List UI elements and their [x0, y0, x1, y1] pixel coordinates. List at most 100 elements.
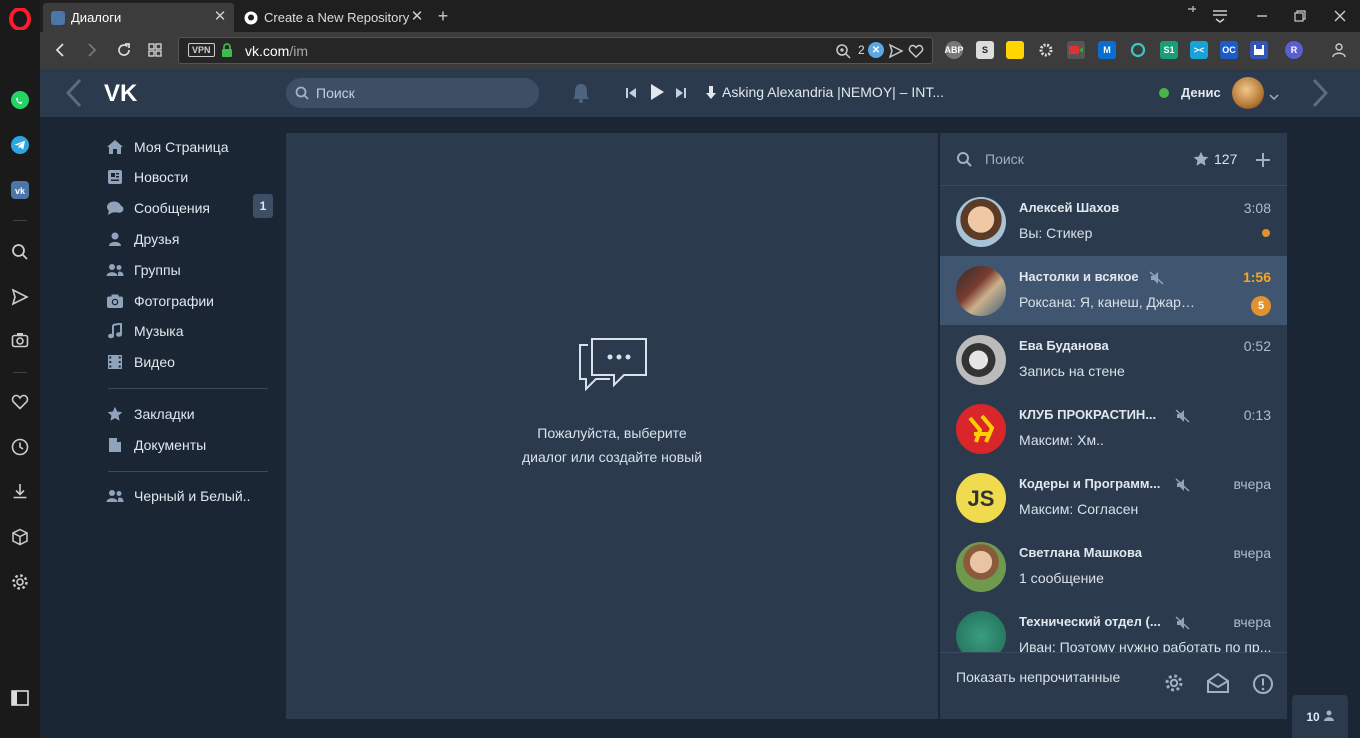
telegram-icon[interactable]: [8, 133, 32, 157]
new-chat-plus-icon[interactable]: [1255, 152, 1271, 173]
sidebar-toggle-icon[interactable]: [8, 686, 32, 710]
menu-item-news[interactable]: Новости: [100, 163, 275, 191]
dialogs-header: Поиск 127: [940, 133, 1287, 186]
conversation-item[interactable]: КЛУБ ПРОКРАСТИН... Максим: Хм.. 0:13: [940, 394, 1287, 463]
menu-item-documents[interactable]: Документы: [100, 431, 275, 459]
download-arrow-icon[interactable]: [705, 85, 717, 106]
tab-menu-icon[interactable]: [1210, 6, 1230, 26]
user-name[interactable]: Денис: [1181, 85, 1221, 100]
empty-state-line: диалог или создайте новый: [521, 449, 703, 465]
reload-icon[interactable]: [114, 40, 134, 60]
menu-item-bookmarks[interactable]: Закладки: [100, 400, 275, 428]
send-icon[interactable]: [8, 285, 32, 309]
note-extension-icon[interactable]: [1006, 41, 1024, 59]
adblock-plus-icon[interactable]: ABP: [945, 41, 964, 59]
forward-icon[interactable]: [82, 40, 102, 60]
camera-icon[interactable]: [8, 328, 32, 352]
conversation-time: вчера: [1233, 476, 1271, 492]
avatar: JS: [956, 473, 1006, 523]
now-playing-track[interactable]: Asking Alexandria |NEMOY| – INT...: [722, 84, 944, 100]
menu-item-friends[interactable]: Друзья: [100, 225, 275, 253]
person-icon: [1323, 710, 1334, 724]
new-tab-plus-icon[interactable]: +: [433, 6, 453, 26]
conversation-item[interactable]: JS Кодеры и Программ... Максим: Согласен…: [940, 463, 1287, 532]
secure-lock-icon[interactable]: [221, 43, 233, 63]
page-back-arrow-icon[interactable]: [64, 78, 84, 113]
settings-gear-icon[interactable]: [1164, 673, 1184, 698]
conversation-item[interactable]: Настолки и всякое Роксана: Я, канеш, Джа…: [940, 256, 1287, 325]
settings-gear-icon[interactable]: [8, 570, 32, 594]
user-avatar[interactable]: [1232, 77, 1264, 109]
adblock-shield-icon[interactable]: ✕: [868, 42, 884, 58]
oc-extension-icon[interactable]: OC: [1220, 41, 1238, 59]
bookmark-heart-icon[interactable]: [908, 43, 924, 64]
vk-sidebar-icon[interactable]: vk: [8, 178, 32, 202]
menu-item-black-and-white[interactable]: Черный и Белый..: [100, 482, 275, 510]
settings-extension-icon[interactable]: [1037, 41, 1055, 59]
star-icon[interactable]: [1193, 151, 1209, 172]
save-disk-extension-icon[interactable]: [1250, 41, 1268, 59]
r-extension-icon[interactable]: R: [1285, 41, 1303, 59]
next-track-icon[interactable]: [675, 86, 687, 104]
menu-item-video[interactable]: Видео: [100, 348, 275, 376]
muted-icon: [1175, 615, 1191, 631]
page-forward-arrow-icon[interactable]: [1310, 78, 1330, 113]
conversation-item[interactable]: Светлана Машкова 1 сообщение вчера: [940, 532, 1287, 601]
menu-item-groups[interactable]: Группы: [100, 256, 275, 284]
notifications-bell-icon[interactable]: [571, 82, 591, 109]
vpn-extension-icon[interactable]: [1129, 41, 1147, 59]
opera-logo-icon[interactable]: [8, 7, 32, 31]
menu-item-music[interactable]: Музыка: [100, 317, 275, 345]
online-friends-counter[interactable]: 10: [1292, 695, 1348, 738]
vk-search-field[interactable]: Поиск: [286, 78, 539, 108]
star-icon: [104, 405, 126, 423]
m-extension-icon[interactable]: M: [1098, 41, 1116, 59]
close-tab-icon[interactable]: ✕: [212, 9, 228, 25]
zoom-badge[interactable]: 2: [858, 43, 865, 57]
s-extension-icon[interactable]: S: [976, 41, 994, 59]
history-clock-icon[interactable]: [8, 435, 32, 459]
favorites-count[interactable]: 127: [1214, 151, 1237, 167]
conversation-item[interactable]: Алексей Шахов Вы: Стикер 3:08: [940, 187, 1287, 256]
show-unread-button[interactable]: Показать непрочитанные: [956, 669, 1120, 685]
search-icon[interactable]: [8, 240, 32, 264]
play-icon[interactable]: [649, 83, 665, 106]
vpn-badge[interactable]: VPN: [188, 43, 215, 57]
conversation-last-message: Максим: Согласен: [1019, 501, 1139, 517]
menu-item-photos[interactable]: Фотографии: [100, 287, 275, 315]
speed-dial-grid-icon[interactable]: [145, 40, 165, 60]
video-icon: [104, 353, 126, 371]
avatar: [956, 266, 1006, 316]
whatsapp-icon[interactable]: [8, 88, 32, 112]
restore-window-icon[interactable]: [1290, 6, 1310, 26]
minimize-window-icon[interactable]: [1252, 6, 1272, 26]
conversation-last-message: Максим: Хм..: [1019, 432, 1104, 448]
conversation-item[interactable]: Ева Буданова Запись на стене 0:52: [940, 325, 1287, 394]
empty-state-line: Пожалуйста, выберите: [537, 425, 687, 441]
video-extension-icon[interactable]: [1067, 41, 1085, 59]
send-to-flow-icon[interactable]: [888, 43, 904, 64]
mark-read-envelope-icon[interactable]: [1206, 672, 1230, 698]
zoom-search-icon[interactable]: [835, 43, 851, 64]
pin-icon[interactable]: [1185, 2, 1199, 16]
menu-item-my-page[interactable]: Моя Страница: [100, 133, 275, 161]
back-icon[interactable]: [50, 40, 70, 60]
menu-item-messages[interactable]: Сообщения 1: [100, 194, 275, 222]
vk-logo-icon[interactable]: VK: [104, 80, 142, 110]
previous-track-icon[interactable]: [625, 86, 637, 104]
s1-extension-icon[interactable]: S1: [1160, 41, 1178, 59]
chevron-down-icon[interactable]: [1269, 88, 1279, 106]
download-icon[interactable]: [8, 479, 32, 503]
tab-create-repository[interactable]: Create a New Repository ✕: [236, 3, 431, 32]
extensions-cube-icon[interactable]: [8, 525, 32, 549]
search-icon: [956, 151, 972, 172]
heart-icon[interactable]: [8, 390, 32, 414]
profile-icon[interactable]: [1330, 41, 1348, 59]
tab-dialogs[interactable]: Диалоги ✕: [43, 3, 234, 32]
url-field[interactable]: VPN vk.com/im 2 ✕: [178, 37, 933, 64]
spam-warning-icon[interactable]: [1252, 673, 1274, 700]
arrows-extension-icon[interactable]: ><: [1190, 41, 1208, 59]
close-window-icon[interactable]: [1330, 6, 1350, 26]
dialogs-search-input[interactable]: Поиск: [985, 151, 1024, 167]
close-tab-icon[interactable]: ✕: [409, 9, 425, 25]
